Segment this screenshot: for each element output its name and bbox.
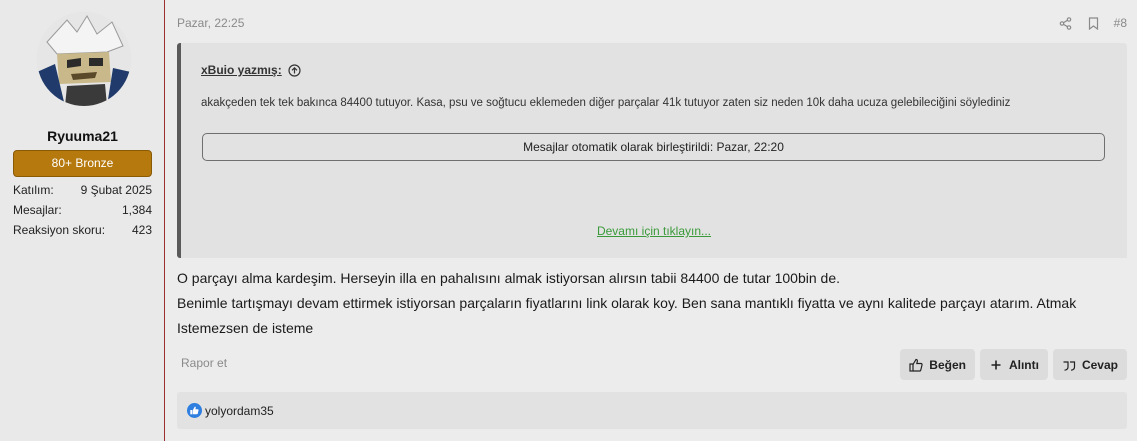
post-body: O parçayı alma kardeşim. Herseyin illa e…	[177, 266, 1117, 341]
quote-author-label: xBuio yazmış:	[201, 63, 282, 77]
report-link[interactable]: Rapor et	[181, 356, 227, 370]
thumbs-up-icon	[909, 358, 923, 372]
like-reaction-icon[interactable]	[187, 403, 202, 418]
stat-label: Katılım:	[13, 183, 54, 197]
stat-label: Mesajlar:	[13, 203, 62, 217]
like-button-label: Beğen	[929, 357, 966, 372]
arrow-up-circle-icon[interactable]	[288, 63, 301, 77]
post-header: Pazar, 22:25 #8	[177, 16, 1127, 32]
like-button[interactable]: Beğen	[900, 349, 975, 380]
share-icon[interactable]	[1058, 15, 1074, 31]
reactions-bar: yolyordam35	[177, 392, 1127, 429]
post-actions: Beğen Alıntı Cevap	[900, 349, 1127, 380]
quote-text: akakçeden tek tek bakınca 84400 tutuyor.…	[201, 97, 1011, 109]
post-body-line: Benimle tartışmayı devam ettirmek istiyo…	[177, 295, 1077, 311]
stat-joined: Katılım: 9 Şubat 2025	[13, 183, 152, 201]
reaction-user-link[interactable]: yolyordam35	[205, 404, 274, 418]
stat-value: 423	[131, 223, 152, 237]
stat-value: 1,384	[121, 203, 152, 217]
avatar[interactable]	[37, 12, 131, 106]
reply-button-label: Cevap	[1081, 357, 1118, 372]
stat-value: 9 Şubat 2025	[80, 183, 152, 197]
post-number[interactable]: #8	[1114, 16, 1127, 30]
quote-button-label: Alıntı	[1008, 357, 1039, 372]
quote-button[interactable]: Alıntı	[979, 349, 1048, 380]
reply-button[interactable]: Cevap	[1052, 349, 1127, 380]
post-body-line: O parçayı alma kardeşim. Herseyin illa e…	[177, 270, 841, 286]
username[interactable]: Ryuuma21	[0, 128, 165, 144]
bookmark-icon[interactable]	[1086, 15, 1102, 31]
stat-messages: Mesajlar: 1,384	[13, 203, 152, 221]
user-title-badge: 80+ Bronze	[13, 150, 152, 177]
stat-label: Reaksiyon skoru:	[13, 223, 106, 237]
post-header-tools: #8	[1058, 15, 1127, 31]
reply-quote-icon	[1062, 358, 1076, 372]
quote-expand-link[interactable]: Devamı için tıklayın...	[181, 224, 1127, 238]
user-sidebar: Ryuuma21 80+ Bronze Katılım: 9 Şubat 202…	[0, 0, 165, 441]
post-date[interactable]: Pazar, 22:25	[177, 16, 244, 30]
merge-notice: Mesajlar otomatik olarak birleştirildi: …	[202, 133, 1105, 161]
quote-block: xBuio yazmış: akakçeden tek tek bakınca …	[177, 43, 1127, 258]
stat-reaction-score: Reaksiyon skoru: 423	[13, 223, 152, 241]
quote-author-link[interactable]: xBuio yazmış:	[201, 63, 301, 77]
plus-icon	[989, 358, 1003, 372]
post-body-line: Istemezsen de isteme	[177, 320, 314, 336]
